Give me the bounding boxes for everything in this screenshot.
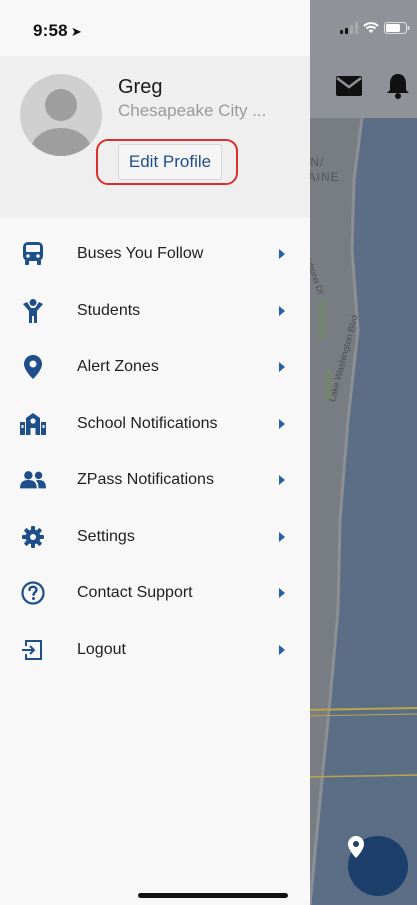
status-time: 9:58 ➤ — [33, 21, 82, 40]
menu-item-school-notifications[interactable]: School Notifications — [0, 396, 310, 453]
menu-item-label: Students — [77, 301, 141, 319]
school-icon — [20, 411, 46, 437]
profile-header: Greg Chesapeake City ... Edit Profile — [0, 56, 310, 218]
menu-item-alert-zones[interactable]: Alert Zones — [0, 339, 310, 396]
caret-right-icon — [279, 305, 285, 316]
side-drawer: Greg Chesapeake City ... Edit Profile Bu… — [0, 0, 310, 905]
menu-item-label: School Notifications — [77, 414, 218, 432]
student-icon — [20, 298, 46, 324]
users-icon — [20, 467, 46, 493]
caret-right-icon — [279, 418, 285, 429]
status-icons — [340, 22, 410, 34]
home-indicator — [138, 893, 288, 898]
bus-icon — [20, 241, 46, 267]
menu-item-label: ZPass Notifications — [77, 471, 214, 489]
menu-item-contact-support[interactable]: Contact Support — [0, 565, 310, 622]
status-bar: 9:58 ➤ — [0, 0, 417, 56]
caret-right-icon — [279, 588, 285, 599]
map-pin-icon — [348, 836, 364, 858]
location-arrow-icon: ➤ — [70, 24, 82, 39]
profile-name: Greg — [118, 76, 163, 98]
caret-right-icon — [279, 362, 285, 373]
menu-item-label: Logout — [77, 640, 126, 658]
menu-item-label: Buses You Follow — [77, 245, 204, 263]
battery-icon — [384, 22, 410, 34]
menu-item-students[interactable]: Students — [0, 283, 310, 340]
drawer-menu: Buses You Follow Students Alert Zones Sc… — [0, 226, 310, 678]
menu-item-settings[interactable]: Settings — [0, 509, 310, 566]
menu-item-zpass-notifications[interactable]: ZPass Notifications — [0, 452, 310, 509]
menu-item-logout[interactable]: Logout — [0, 622, 310, 679]
question-circle-icon — [20, 580, 46, 606]
gear-icon — [20, 524, 46, 550]
signal-icon — [340, 22, 358, 34]
caret-right-icon — [279, 644, 285, 655]
edit-profile-button[interactable]: Edit Profile — [118, 144, 222, 180]
location-fab-button[interactable] — [348, 836, 408, 896]
logout-icon — [20, 637, 46, 663]
caret-right-icon — [279, 531, 285, 542]
wifi-icon — [363, 22, 379, 33]
caret-right-icon — [279, 249, 285, 260]
menu-item-label: Alert Zones — [77, 358, 159, 376]
map-pin-icon — [20, 354, 46, 380]
user-silhouette-icon — [31, 89, 91, 156]
avatar[interactable] — [20, 74, 102, 156]
profile-location: Chesapeake City ... — [118, 101, 267, 120]
menu-item-label: Contact Support — [77, 584, 193, 602]
menu-item-buses-you-follow[interactable]: Buses You Follow — [0, 226, 310, 283]
caret-right-icon — [279, 475, 285, 486]
menu-item-label: Settings — [77, 527, 135, 545]
